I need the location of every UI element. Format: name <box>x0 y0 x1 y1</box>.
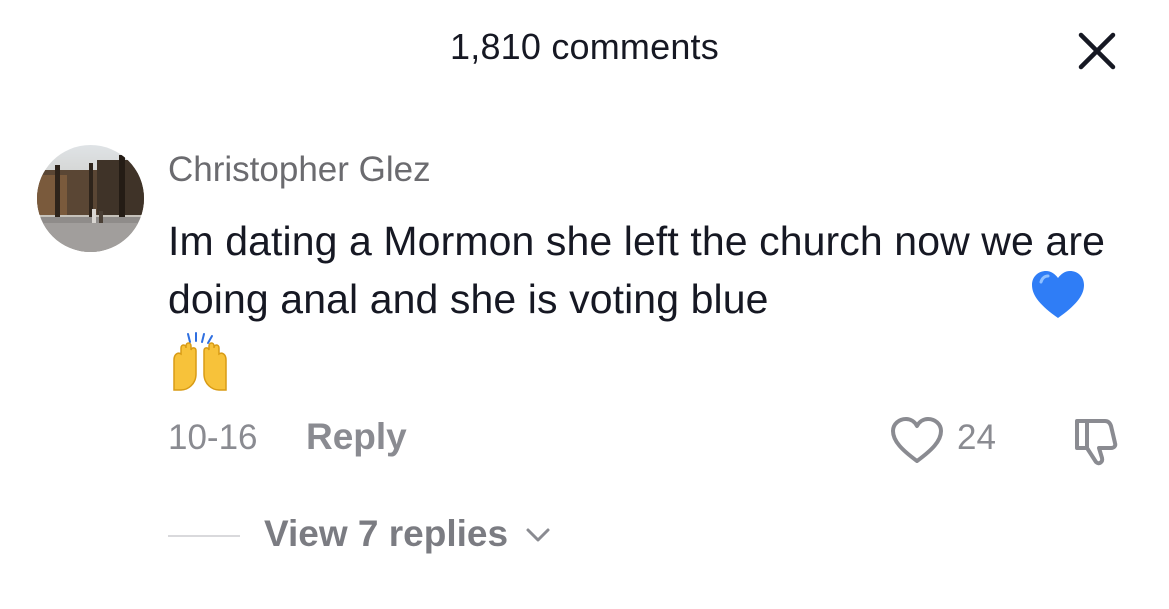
comment-username[interactable]: Christopher Glez <box>168 150 431 190</box>
replies-divider <box>168 535 240 537</box>
raising-hands-emoji <box>173 332 227 391</box>
avatar[interactable] <box>37 145 144 252</box>
close-button[interactable] <box>1074 28 1120 74</box>
comment-text: Im dating a Mormon she left the church n… <box>168 218 1105 322</box>
chevron-down-icon[interactable] <box>524 526 552 546</box>
blue-heart-emoji <box>1032 271 1084 318</box>
comment-date: 10-16 <box>168 418 258 457</box>
thumbs-down-icon[interactable] <box>1069 413 1125 467</box>
close-icon <box>1078 32 1116 70</box>
avatar-image <box>37 145 144 252</box>
comments-sheet: 1,810 comments Christopher Glez Im datin… <box>0 0 1169 609</box>
comments-count-title: 1,810 comments <box>450 26 719 67</box>
reply-button[interactable]: Reply <box>306 416 407 458</box>
view-replies-button[interactable]: View 7 replies <box>264 513 508 555</box>
like-count: 24 <box>957 418 996 457</box>
heart-outline-icon[interactable] <box>889 415 945 465</box>
